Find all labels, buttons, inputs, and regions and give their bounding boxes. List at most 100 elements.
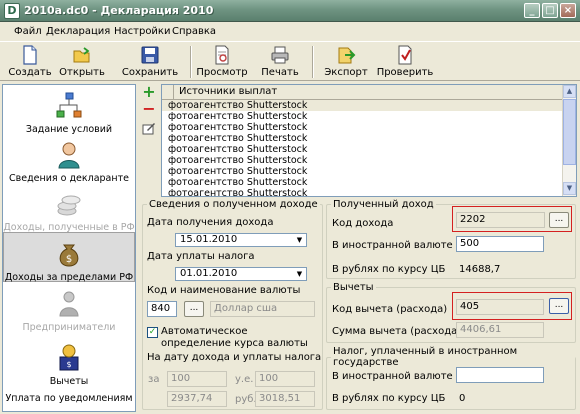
quantity-label: за (148, 374, 160, 385)
minimize-button[interactable]: _ (524, 3, 540, 18)
menu-declaration[interactable]: Декларация (46, 26, 110, 37)
nav-label: Сведения о декларанте (9, 173, 129, 184)
maximize-button[interactable]: □ (542, 3, 558, 18)
received-income-legend: Полученный доход (333, 199, 434, 210)
new-document-icon (23, 45, 37, 65)
svg-text:$: $ (66, 254, 72, 265)
income-rubles-label: В рублях по курсу ЦБ (332, 264, 446, 275)
preview-icon (215, 45, 229, 65)
floppy-disk-icon (141, 46, 159, 64)
businessman-icon (59, 291, 79, 317)
nav-entrepreneurs[interactable]: Предприниматели (3, 289, 135, 333)
menu-help[interactable]: Справка (172, 26, 216, 37)
table-row[interactable]: фотоагентство Shutterstock (162, 133, 563, 144)
vertical-scrollbar[interactable]: ▲ ▼ (562, 85, 576, 196)
deduction-code-field: 405 (456, 299, 544, 315)
row-text: фотоагентство Shutterstock (168, 177, 308, 188)
export-button[interactable]: Экспорт (322, 44, 370, 80)
export-label: Экспорт (324, 67, 368, 78)
nav-declarant[interactable]: Сведения о декларанте (3, 140, 135, 184)
save-button[interactable]: Сохранить (118, 44, 182, 80)
nav-notice-payments[interactable]: Уплата по уведомлениям (3, 393, 135, 411)
quantity-field: 100 (167, 371, 227, 387)
column-header: Источники выплат (179, 86, 278, 97)
currency-code-input[interactable]: 840 (147, 301, 177, 317)
date-paid-label: Дата уплаты налога (147, 251, 255, 262)
table-header: Источники выплат (162, 85, 563, 100)
close-button[interactable]: × (560, 3, 576, 18)
tax-foreign-input[interactable] (456, 367, 544, 383)
scroll-thumb[interactable] (563, 99, 576, 165)
deduction-code-button[interactable]: ... (549, 298, 569, 314)
date-paid-picker[interactable]: 01.01.2010 ▼ (175, 267, 307, 281)
auto-rate-checkbox[interactable]: ✓ (147, 327, 158, 338)
print-button[interactable]: Печать (258, 44, 302, 80)
menu-settings[interactable]: Настройки (114, 26, 170, 37)
table-row[interactable]: фотоагентство Shutterstock (162, 144, 563, 155)
deductions-icon: $ (59, 344, 79, 371)
nav-label: Задание условий (25, 124, 113, 135)
nav-income-rf[interactable]: Доходы, полученные в РФ (3, 189, 135, 233)
nav-conditions[interactable]: Задание условий (3, 91, 135, 135)
row-text: фотоагентство Shutterstock (168, 122, 308, 133)
check-button[interactable]: Проверить (376, 44, 434, 80)
currency-label: Код и наименование валюты (147, 285, 301, 296)
nav-deductions[interactable]: $ Вычеты (3, 343, 135, 387)
export-icon (338, 47, 356, 64)
sections-panel: Задание условий Сведения о декларанте До… (2, 84, 136, 412)
scroll-down-icon[interactable]: ▼ (563, 182, 576, 195)
table-row[interactable]: фотоагентство Shutterstock (162, 111, 563, 122)
window-title: 2010a.dc0 - Декларация 2010 (24, 4, 214, 17)
on-date-label: На дату дохода и уплаты налога (147, 352, 322, 363)
date-paid-value: 01.01.2010 (180, 268, 238, 279)
scroll-up-icon[interactable]: ▲ (563, 85, 576, 98)
unit-label: у.е. (235, 374, 254, 385)
rate-amount-1: 2937,74 (167, 391, 227, 407)
remove-icon[interactable]: − (142, 101, 156, 117)
add-icon[interactable]: + (142, 84, 156, 100)
coins-icon (57, 195, 81, 216)
create-label: Создать (8, 67, 52, 78)
row-text: фотоагентство Shutterstock (168, 133, 308, 144)
dropdown-arrow-icon[interactable]: ▼ (293, 234, 306, 246)
print-label: Печать (261, 67, 299, 78)
row-text: фотоагентство Shutterstock (168, 155, 308, 166)
table-row[interactable]: фотоагентство Shutterstock (162, 100, 563, 111)
nav-label: Уплата по уведомлениям (5, 393, 133, 404)
table-row[interactable]: фотоагентство Shutterstock (162, 155, 563, 166)
edit-icon[interactable] (142, 121, 156, 135)
toolbar-separator (312, 46, 314, 78)
tax-foreign-label: В иностранной валюте (332, 371, 453, 382)
table-row[interactable]: фотоагентство Shutterstock (162, 188, 563, 196)
currency-select-button[interactable]: ... (184, 301, 204, 317)
nav-income-abroad[interactable]: $ Доходы за пределами РФ (3, 232, 135, 283)
income-code-button[interactable]: ... (549, 212, 569, 228)
open-label: Открыть (59, 67, 105, 78)
table-row[interactable]: фотоагентство Shutterstock (162, 177, 563, 188)
table-row[interactable]: фотоагентство Shutterstock (162, 122, 563, 133)
sources-table: Источники выплат фотоагентство Shutterst… (161, 84, 577, 197)
row-text: фотоагентство Shutterstock (168, 111, 308, 122)
income-foreign-input[interactable]: 500 (456, 236, 544, 252)
preview-label: Просмотр (196, 67, 248, 78)
row-text: фотоагентство Shutterstock (168, 188, 308, 196)
rub-label: руб. (235, 394, 257, 405)
open-folder-icon (73, 47, 90, 63)
preview-button[interactable]: Просмотр (194, 44, 250, 80)
deduction-code-label: Код вычета (расхода) (332, 304, 448, 315)
date-received-picker[interactable]: 15.01.2010 ▼ (175, 233, 307, 247)
dropdown-arrow-icon[interactable]: ▼ (293, 268, 306, 280)
rate-amount-2: 3018,51 (255, 391, 315, 407)
toolbar: Создать Открыть Сохранить Просмотр Печат… (0, 41, 580, 81)
foreign-tax-legend: Налог, уплаченный в иностранном государс… (333, 346, 518, 368)
table-row[interactable]: фотоагентство Shutterstock (162, 166, 563, 177)
nav-label: Предприниматели (22, 322, 116, 333)
deduction-sum-label: Сумма вычета (расхода) (332, 326, 462, 337)
person-icon (58, 142, 80, 169)
menu-file[interactable]: Файл (14, 26, 42, 37)
deductions-legend: Вычеты (333, 282, 374, 293)
income-code-label: Код дохода (332, 218, 394, 229)
open-button[interactable]: Открыть (58, 44, 106, 80)
create-button[interactable]: Создать (8, 44, 52, 80)
row-text: фотоагентство Shutterstock (168, 166, 308, 177)
